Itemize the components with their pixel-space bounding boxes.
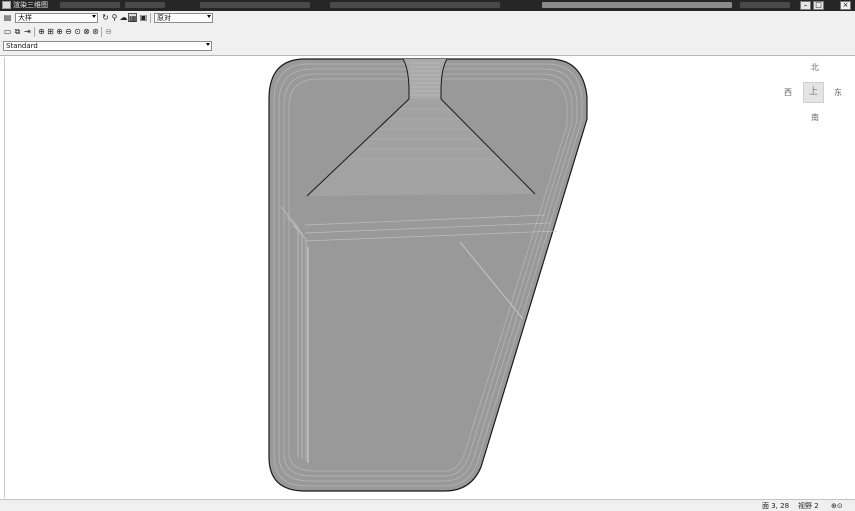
app-window: 渲染三维图 – □ × ▤ 大样 ↻ ⚲ ☁ ▦ ▣ 原对 ▭ ⧉ ⇥ ⊕ ⊞ …	[0, 0, 855, 511]
view-combo[interactable]: 大样	[15, 13, 98, 23]
title-bar-blur	[740, 2, 790, 8]
render-combo[interactable]: 原对	[154, 13, 213, 23]
view-combo-value: 大样	[18, 14, 32, 22]
close-button[interactable]: ×	[840, 1, 851, 10]
window-title: 渲染三维图	[13, 1, 48, 9]
zoom-icon[interactable]: ⊕	[37, 27, 46, 36]
export-icon[interactable]: ⇥	[23, 27, 32, 36]
toolbar-separator	[150, 13, 151, 23]
toolbar-area: ▤ 大样 ↻ ⚲ ☁ ▦ ▣ 原对 ▭ ⧉ ⇥ ⊕ ⊞ ⊕ ⊖ ⊙ ⊗ ⊛ ⊖ …	[0, 11, 855, 56]
compass-east-label: 东	[834, 88, 842, 97]
title-bar-blur	[60, 2, 120, 8]
drawing-viewport[interactable]: 北 西 东 南	[4, 57, 855, 498]
title-bar-blur	[125, 2, 165, 8]
terrain-shape-canvas	[268, 58, 588, 492]
chevron-down-icon	[207, 15, 211, 18]
status-icons[interactable]: ⊕⊙	[831, 502, 843, 510]
zoom-in-icon[interactable]: ⊕	[55, 27, 64, 36]
toolbar-separator	[101, 27, 102, 37]
title-bar: 渲染三维图 – □ ×	[0, 0, 855, 11]
maximize-button[interactable]: □	[813, 1, 824, 10]
chevron-down-icon	[206, 43, 210, 46]
render-combo-value: 原对	[157, 14, 171, 22]
compass-west-label: 西	[784, 88, 792, 97]
refresh-icon[interactable]: ↻	[101, 13, 110, 22]
title-bar-blur	[200, 2, 310, 8]
zoom-window-icon[interactable]: ⊞	[46, 27, 55, 36]
chevron-down-icon	[92, 15, 96, 18]
title-bar-blur	[330, 2, 500, 8]
layer-icon[interactable]: ▤	[3, 13, 12, 22]
view-cube-top[interactable]: 上	[803, 82, 824, 103]
title-bar-search-box[interactable]	[542, 2, 732, 8]
style-combo[interactable]: Standard	[3, 41, 212, 51]
compass-south-label: 南	[811, 113, 819, 122]
zoom-all-icon[interactable]: ⊛	[91, 27, 100, 36]
save-icon[interactable]: ▭	[3, 27, 12, 36]
minimize-button[interactable]: –	[800, 1, 811, 10]
compass-north-label: 北	[811, 63, 819, 72]
style-combo-value: Standard	[6, 42, 38, 50]
zoom-out-icon[interactable]: ⊖	[64, 27, 73, 36]
zoom-previous-icon[interactable]: ⊗	[82, 27, 91, 36]
orbit-icon[interactable]: ⊖	[104, 27, 113, 36]
toolbar-separator	[34, 27, 35, 37]
zoom-extents-icon[interactable]: ⊙	[73, 27, 82, 36]
grid-icon[interactable]: ▦	[128, 13, 137, 23]
search-icon[interactable]: ⚲	[110, 13, 119, 22]
status-bar: 面 3, 28 视野 2 ⊕⊙	[0, 499, 855, 511]
cloud-icon[interactable]: ☁	[119, 13, 128, 22]
top-notch	[402, 58, 448, 99]
app-icon	[2, 1, 11, 9]
status-view: 视野 2	[798, 502, 819, 510]
copy-icon[interactable]: ⧉	[13, 27, 22, 36]
bookmark-icon[interactable]: ▣	[139, 13, 148, 22]
status-coordinates: 面 3, 28	[762, 502, 790, 510]
